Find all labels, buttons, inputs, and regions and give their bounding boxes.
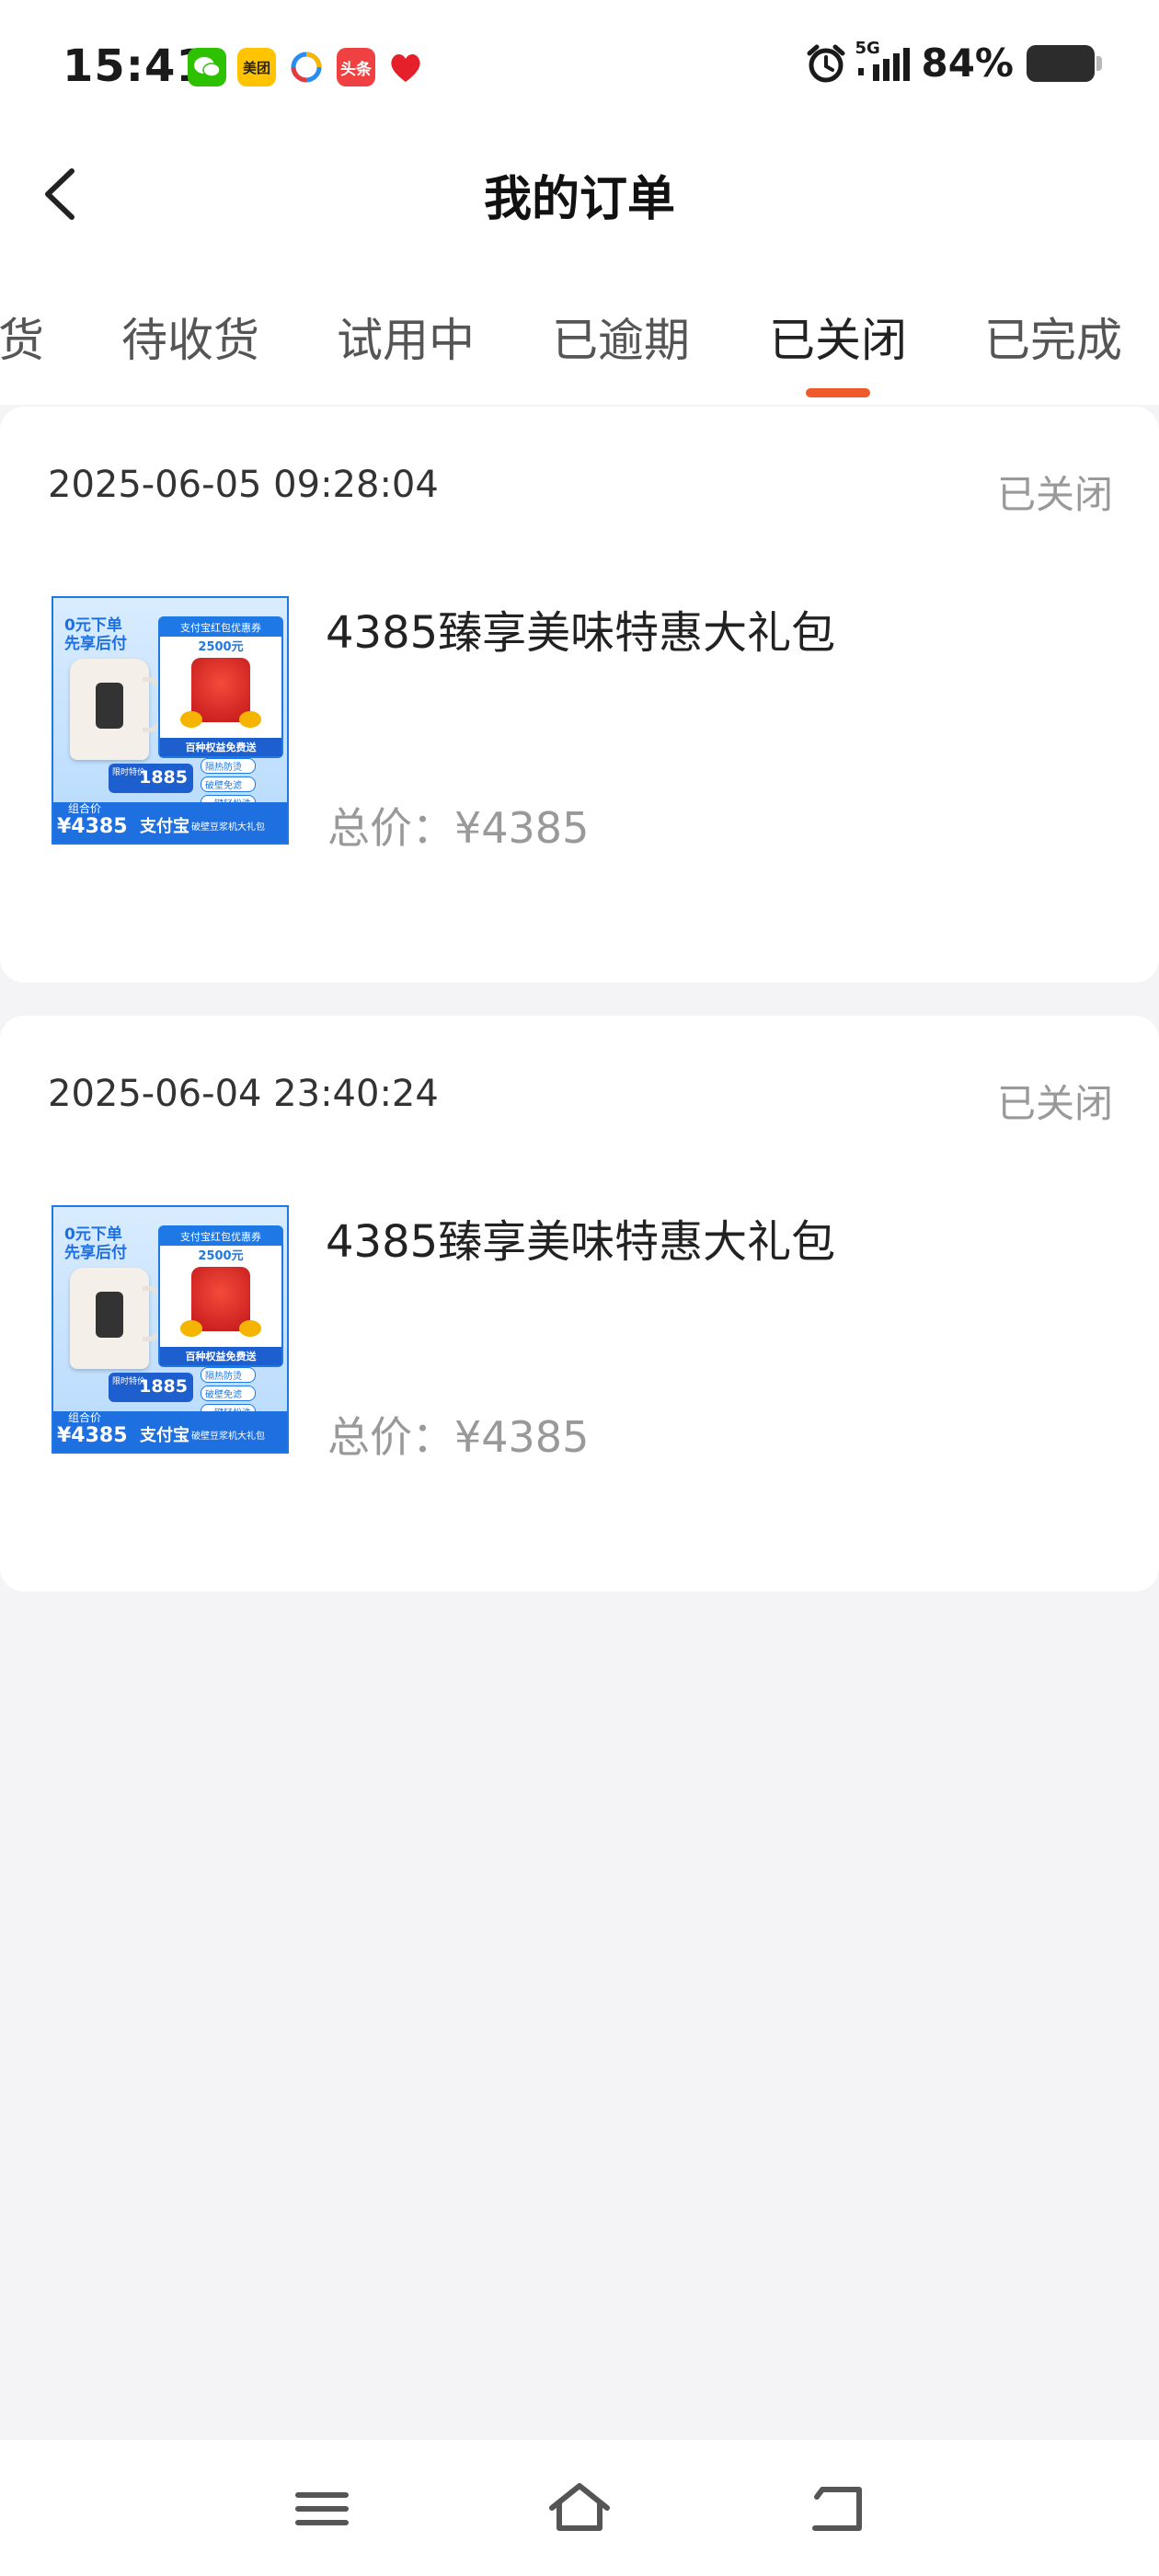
wechat-icon (188, 48, 226, 86)
thumb-price-tag: 限时特价 1885 (109, 764, 193, 793)
thumb-benefit-title: 支付宝红包优惠券 (160, 618, 281, 637)
thumb-benefit-box: 支付宝红包优惠券 2500元 百种权益免费送 (158, 616, 283, 758)
product-thumbnail[interactable]: 0元下单 先享后付 支付宝红包优惠券 2500元 百种权益免费送 隔热防烫 破壁… (52, 1205, 289, 1454)
menu-icon (295, 2492, 349, 2525)
battery-icon (1027, 44, 1102, 82)
order-datetime: 2025-06-05 09:28:04 (48, 464, 439, 506)
order-card[interactable]: 2025-06-05 09:28:04 已关闭 0元下单 先享后付 支付宝红包优… (0, 407, 1159, 983)
thumb-benefit-title: 支付宝红包优惠券 (160, 1227, 281, 1246)
tencent-video-icon (287, 48, 326, 86)
thumb-combo-price: ¥4385 (57, 815, 128, 838)
alarm-icon (807, 44, 845, 82)
thumb-benefit-banner: 百种权益免费送 (160, 1347, 281, 1365)
thumb-perk: 隔热防烫 (201, 1367, 256, 1383)
product-total-price: 总价：¥4385 (327, 803, 590, 853)
order-datetime: 2025-06-04 23:40:24 (48, 1073, 439, 1115)
toutiao-label: 头条 (340, 60, 372, 79)
active-tab-indicator (806, 388, 870, 397)
product-thumbnail[interactable]: 0元下单 先享后付 支付宝红包优惠券 2500元 百种权益免费送 隔热防烫 破壁… (52, 596, 289, 845)
status-time: 15:41 (63, 40, 208, 92)
thumb-badge-top: 0元下单 (64, 616, 122, 635)
home-button[interactable] (543, 2477, 616, 2541)
page-title: 我的订单 (483, 172, 675, 227)
header: 我的订单 (0, 138, 1159, 258)
product-name[interactable]: 4385臻享美味特惠大礼包 (326, 1205, 835, 1270)
tab-in-trial[interactable]: 试用中 (337, 304, 475, 370)
thumb-badge-sub: 先享后付 (64, 1244, 127, 1262)
thumb-footer-brand: 支付宝 (140, 1426, 189, 1445)
thumb-price-small: 1885 (139, 767, 188, 788)
thumb-badge: 0元下单 先享后付 (64, 1225, 127, 1262)
thumb-footer-brand: 支付宝 (140, 817, 189, 836)
thumb-benefit-box: 支付宝红包优惠券 2500元 百种权益免费送 (158, 1225, 283, 1367)
thumb-benefit-banner: 百种权益免费送 (160, 738, 281, 756)
soymilk-maker-image (70, 659, 162, 760)
thumb-price-tag: 限时特价 1885 (109, 1373, 193, 1402)
thumb-perk: 破壁免滤 (201, 1386, 256, 1401)
thumb-footer: 组合价 ¥4385 支付宝 破壁豆浆机大礼包 (53, 802, 287, 843)
thumb-badge-top: 0元下单 (64, 1225, 122, 1244)
order-tabs: 货 待收货 试用中 已逾期 已关闭 已完成 (0, 258, 1159, 405)
thumb-footer-sub: 破壁豆浆机大礼包 (191, 822, 265, 833)
back-icon (812, 2487, 862, 2531)
thumb-combo-price: ¥4385 (57, 1424, 128, 1447)
thumb-footer: 组合价 ¥4385 支付宝 破壁豆浆机大礼包 (53, 1411, 287, 1452)
product-name[interactable]: 4385臻享美味特惠大礼包 (326, 596, 835, 661)
red-envelope-image (180, 1267, 261, 1337)
tab-to-ship[interactable]: 货 (0, 304, 44, 370)
tab-closed[interactable]: 已关闭 (769, 304, 907, 370)
product-total-price: 总价：¥4385 (327, 1412, 590, 1462)
soymilk-maker-image (70, 1268, 162, 1369)
tab-overdue[interactable]: 已逾期 (552, 304, 690, 370)
thumb-combo-label: 组合价 (68, 802, 102, 815)
tab-completed[interactable]: 已完成 (984, 304, 1122, 370)
meituan-label: 美团 (242, 59, 270, 76)
meituan-icon: 美团 (237, 48, 276, 86)
thumb-badge: 0元下单 先享后付 (64, 616, 127, 653)
tab-to-receive[interactable]: 待收货 (121, 304, 259, 370)
signal-icon: 5G (855, 39, 911, 85)
status-bar: 15:41 美团 头条 5G 84% (0, 0, 1159, 138)
order-status: 已关闭 (996, 1081, 1113, 1126)
red-envelope-image (180, 658, 261, 728)
system-nav-bar (0, 2440, 1159, 2576)
battery-percent: 84% (921, 40, 1014, 86)
status-right: 5G 84% (805, 39, 1102, 86)
thumb-benefit-value: 2500元 (198, 1249, 244, 1263)
order-card[interactable]: 2025-06-04 23:40:24 已关闭 0元下单 先享后付 支付宝红包优… (0, 1016, 1159, 1592)
thumb-price-small: 1885 (139, 1376, 188, 1397)
thumb-badge-sub: 先享后付 (64, 635, 127, 653)
back-nav-button[interactable] (800, 2477, 874, 2541)
toutiao-icon: 头条 (337, 48, 375, 86)
order-status: 已关闭 (996, 472, 1113, 517)
heart-app-icon (386, 48, 425, 86)
home-icon (549, 2483, 610, 2531)
thumb-perk: 破壁免滤 (201, 776, 256, 792)
thumb-combo-label: 组合价 (68, 1411, 102, 1424)
thumb-footer-sub: 破壁豆浆机大礼包 (191, 1432, 265, 1442)
thumb-perk: 隔热防烫 (201, 758, 256, 774)
thumb-benefit-value: 2500元 (198, 640, 244, 654)
menu-button[interactable] (285, 2477, 359, 2541)
